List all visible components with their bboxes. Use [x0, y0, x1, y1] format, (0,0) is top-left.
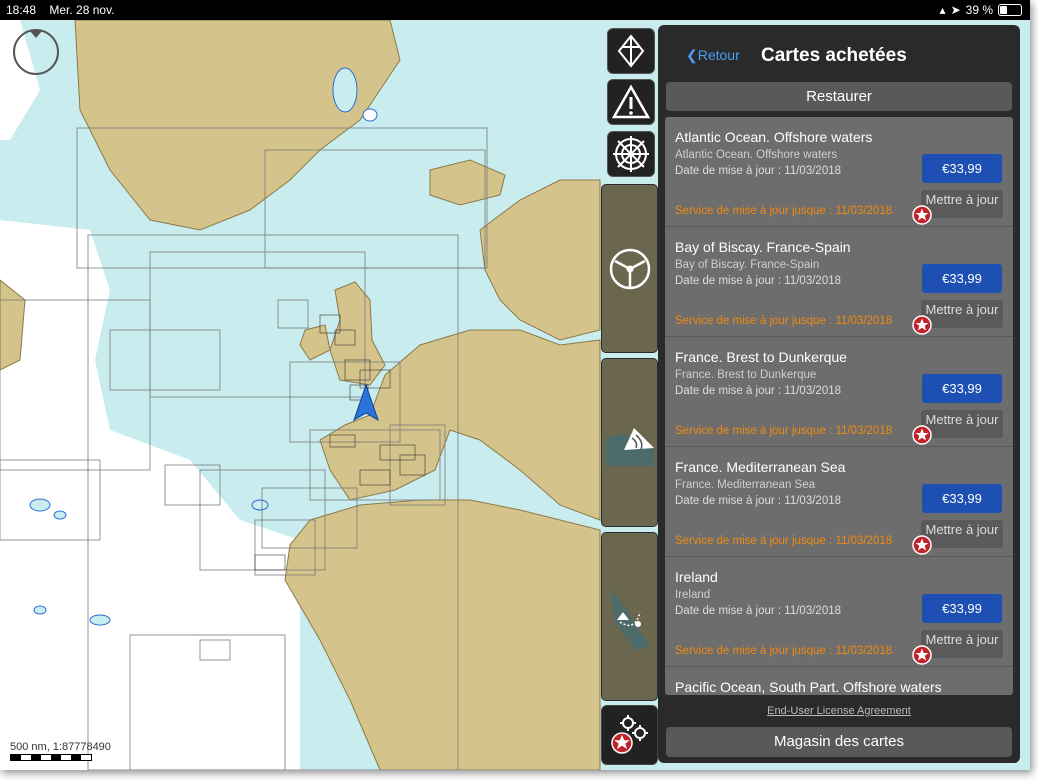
status-bar: 18:48 Mer. 28 nov. ▴ ➤ 39 % — [0, 0, 1030, 20]
chart-subtitle: Bay of Biscay. France-Spain — [675, 259, 820, 271]
compass-rose-icon[interactable] — [12, 28, 60, 76]
list-item[interactable]: Bay of Biscay. France-Spain Bay of Bisca… — [665, 227, 1013, 337]
steering-wheel-icon — [609, 248, 650, 289]
location-icon: ➤ — [950, 3, 961, 17]
chart-date: Date de mise à jour : 11/03/2018 — [675, 495, 842, 507]
route-icon — [617, 34, 645, 68]
list-item[interactable]: France. Mediterranean Sea France. Medite… — [665, 447, 1013, 557]
settings-button[interactable] — [601, 705, 658, 765]
update-button[interactable]: Mettre à jour — [921, 520, 1003, 548]
chart-store-button[interactable]: Magasin des cartes — [666, 727, 1012, 757]
restore-button[interactable]: Restaurer — [666, 82, 1012, 111]
star-badge-icon — [912, 315, 932, 335]
update-button[interactable]: Mettre à jour — [921, 630, 1003, 658]
update-button[interactable]: Mettre à jour — [921, 300, 1003, 328]
panel-title: Cartes achetées — [761, 45, 907, 66]
warning-icon — [612, 84, 650, 119]
service-text: Service de mise à jour jusque : 11/03/20… — [675, 645, 893, 657]
update-button[interactable]: Mettre à jour — [921, 410, 1003, 438]
list-item[interactable]: Ireland Ireland Date de mise à jour : 11… — [665, 557, 1013, 667]
service-text: Service de mise à jour jusque : 11/03/20… — [675, 535, 893, 547]
back-button[interactable]: ❮Retour — [686, 47, 740, 64]
chart-subtitle: France. Mediterranean Sea — [675, 479, 815, 491]
chart-date: Date de mise à jour : 11/03/2018 — [675, 385, 842, 397]
chart-date: Date de mise à jour : 11/03/2018 — [675, 605, 842, 617]
chart-name: Pacific Ocean, South Part. Offshore wate… — [675, 679, 942, 695]
scale-label: 500 nm, 1:87778490 — [10, 741, 111, 753]
status-date: Mer. 28 nov. — [49, 3, 115, 17]
chart-subtitle: Atlantic Ocean. Offshore waters — [675, 149, 838, 161]
scale-bar — [10, 754, 92, 761]
price-button[interactable]: €33,99 — [922, 484, 1002, 513]
chart-date: Date de mise à jour : 11/03/2018 — [675, 275, 842, 287]
sonar-panel[interactable] — [601, 358, 658, 527]
service-text: Service de mise à jour jusque : 11/03/20… — [675, 425, 893, 437]
ship-wheel-button[interactable] — [607, 131, 655, 177]
chart-name: France. Mediterranean Sea — [675, 459, 846, 475]
chart-name: Atlantic Ocean. Offshore waters — [675, 129, 873, 145]
chart-name: Bay of Biscay. France-Spain — [675, 239, 851, 255]
price-button[interactable]: €33,99 — [922, 264, 1002, 293]
eula-link[interactable]: End-User License Agreement — [658, 705, 1020, 717]
battery-percent: 39 % — [965, 3, 993, 17]
track-panel[interactable] — [601, 532, 658, 701]
status-time: 18:48 — [6, 3, 37, 17]
wifi-icon: ▴ — [939, 3, 946, 17]
chart-name: Ireland — [675, 569, 718, 585]
chevron-left-icon: ❮ — [686, 47, 698, 63]
list-item[interactable]: Atlantic Ocean. Offshore waters Atlantic… — [665, 117, 1013, 227]
chart-subtitle: France. Brest to Dunkerque — [675, 369, 817, 381]
back-label: Retour — [697, 47, 740, 63]
warning-button[interactable] — [607, 79, 655, 125]
ship-wheel-icon — [613, 136, 649, 172]
star-badge-icon — [912, 645, 932, 665]
sonar-icon — [605, 427, 654, 466]
list-item[interactable]: France. Brest to Dunkerque France. Brest… — [665, 337, 1013, 447]
chart-subtitle: Ireland — [675, 589, 711, 601]
charts-list[interactable]: Atlantic Ocean. Offshore waters Atlantic… — [665, 117, 1013, 695]
price-button[interactable]: €33,99 — [922, 154, 1002, 183]
chart-name: France. Brest to Dunkerque — [675, 349, 847, 365]
service-text: Service de mise à jour jusque : 11/03/20… — [675, 205, 893, 217]
star-badge-icon — [912, 425, 932, 445]
service-text: Service de mise à jour jusque : 11/03/20… — [675, 315, 893, 327]
panel-header: ❮Retour Cartes achetées — [658, 25, 1020, 85]
star-badge-icon — [912, 535, 932, 555]
settings-star-icon — [611, 715, 648, 754]
list-item[interactable]: Pacific Ocean, South Part. Offshore wate… — [665, 667, 1013, 695]
update-button[interactable]: Mettre à jour — [921, 190, 1003, 218]
purchased-charts-panel: ❮Retour Cartes achetées Restaurer Atlant… — [658, 25, 1020, 763]
star-badge-icon — [912, 205, 932, 225]
price-button[interactable]: €33,99 — [922, 594, 1002, 623]
chart-date: Date de mise à jour : 11/03/2018 — [675, 165, 842, 177]
track-route-icon — [609, 586, 650, 650]
app-screen: 18:48 Mer. 28 nov. ▴ ➤ 39 % ❮Retour Cart… — [0, 0, 1030, 770]
price-button[interactable]: €33,99 — [922, 374, 1002, 403]
battery-icon — [998, 4, 1022, 16]
steering-panel[interactable] — [601, 184, 658, 353]
route-button[interactable] — [607, 28, 655, 74]
